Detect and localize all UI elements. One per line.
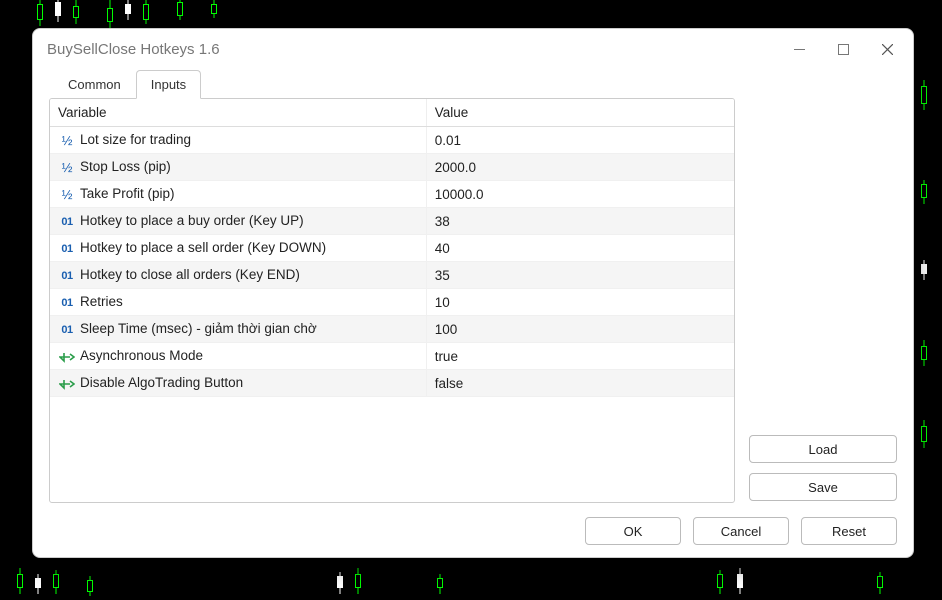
value-cell[interactable]: true xyxy=(426,343,734,370)
tabs: Common Inputs xyxy=(49,70,897,99)
table-row[interactable]: ½ Lot size for trading 0.01 xyxy=(50,127,734,154)
value-cell[interactable]: 10 xyxy=(426,289,734,316)
tab-inputs[interactable]: Inputs xyxy=(136,70,201,99)
variable-name: Asynchronous Mode xyxy=(80,348,203,363)
value-cell[interactable]: 0.01 xyxy=(426,127,734,154)
boolean-icon xyxy=(58,377,76,391)
tab-common[interactable]: Common xyxy=(53,70,136,99)
fraction-icon: ½ xyxy=(58,188,76,202)
variable-name: Disable AlgoTrading Button xyxy=(80,375,243,390)
variable-name: Hotkey to place a buy order (Key UP) xyxy=(80,213,304,228)
variable-cell: 01 Sleep Time (msec) - giảm thời gian chờ xyxy=(50,316,426,343)
variable-name: Take Profit (pip) xyxy=(80,186,175,201)
variable-name: Stop Loss (pip) xyxy=(80,159,171,174)
variable-name: Lot size for trading xyxy=(80,132,191,147)
integer-icon: 01 xyxy=(58,269,76,283)
value-cell[interactable]: 100 xyxy=(426,316,734,343)
value-cell[interactable]: 10000.0 xyxy=(426,181,734,208)
window-title: BuySellClose Hotkeys 1.6 xyxy=(47,41,777,58)
inputs-table: Variable Value ½ Lot size for trading 0.01… xyxy=(49,98,735,503)
integer-icon: 01 xyxy=(58,242,76,256)
table-row[interactable]: 01 Hotkey to place a sell order (Key DOWN… xyxy=(50,235,734,262)
table-row[interactable]: 01 Hotkey to close all orders (Key END) 35 xyxy=(50,262,734,289)
integer-icon: 01 xyxy=(58,215,76,229)
properties-dialog: BuySellClose Hotkeys 1.6 Common Inputs V… xyxy=(32,28,914,558)
variable-cell: 01 Hotkey to close all orders (Key END) xyxy=(50,262,426,289)
column-header-variable[interactable]: Variable xyxy=(50,99,426,127)
table-row[interactable]: Disable AlgoTrading Button false xyxy=(50,370,734,397)
variable-name: Hotkey to place a sell order (Key DOWN) xyxy=(80,240,326,255)
table-row[interactable]: 01 Hotkey to place a buy order (Key UP) 38 xyxy=(50,208,734,235)
cancel-button[interactable]: Cancel xyxy=(693,517,789,545)
value-cell[interactable]: 38 xyxy=(426,208,734,235)
value-cell[interactable]: 2000.0 xyxy=(426,154,734,181)
variable-cell: 01 Retries xyxy=(50,289,426,316)
value-cell[interactable]: false xyxy=(426,370,734,397)
side-buttons: Load Save xyxy=(749,98,897,503)
reset-button[interactable]: Reset xyxy=(801,517,897,545)
footer-buttons: OK Cancel Reset xyxy=(49,517,897,545)
integer-icon: 01 xyxy=(58,323,76,337)
variable-cell: Asynchronous Mode xyxy=(50,343,426,370)
column-header-value[interactable]: Value xyxy=(426,99,734,127)
integer-icon: 01 xyxy=(58,296,76,310)
variable-cell: ½ Lot size for trading xyxy=(50,127,426,154)
variable-cell: Disable AlgoTrading Button xyxy=(50,370,426,397)
variable-cell: ½ Take Profit (pip) xyxy=(50,181,426,208)
variable-name: Retries xyxy=(80,294,123,309)
variable-cell: 01 Hotkey to place a sell order (Key DOWN… xyxy=(50,235,426,262)
titlebar: BuySellClose Hotkeys 1.6 xyxy=(33,29,913,69)
variable-cell: 01 Hotkey to place a buy order (Key UP) xyxy=(50,208,426,235)
ok-button[interactable]: OK xyxy=(585,517,681,545)
table-row[interactable]: Asynchronous Mode true xyxy=(50,343,734,370)
minimize-button[interactable] xyxy=(777,34,821,64)
fraction-icon: ½ xyxy=(58,161,76,175)
table-row[interactable]: ½ Take Profit (pip) 10000.0 xyxy=(50,181,734,208)
variable-cell: ½ Stop Loss (pip) xyxy=(50,154,426,181)
save-button[interactable]: Save xyxy=(749,473,897,501)
variable-name: Hotkey to close all orders (Key END) xyxy=(80,267,300,282)
table-row[interactable]: ½ Stop Loss (pip) 2000.0 xyxy=(50,154,734,181)
value-cell[interactable]: 40 xyxy=(426,235,734,262)
load-button[interactable]: Load xyxy=(749,435,897,463)
table-row[interactable]: 01 Retries 10 xyxy=(50,289,734,316)
fraction-icon: ½ xyxy=(58,134,76,148)
boolean-icon xyxy=(58,350,76,364)
close-button[interactable] xyxy=(865,34,909,64)
variable-name: Sleep Time (msec) - giảm thời gian chờ xyxy=(80,321,317,336)
value-cell[interactable]: 35 xyxy=(426,262,734,289)
table-row[interactable]: 01 Sleep Time (msec) - giảm thời gian chờ… xyxy=(50,316,734,343)
maximize-button[interactable] xyxy=(821,34,865,64)
